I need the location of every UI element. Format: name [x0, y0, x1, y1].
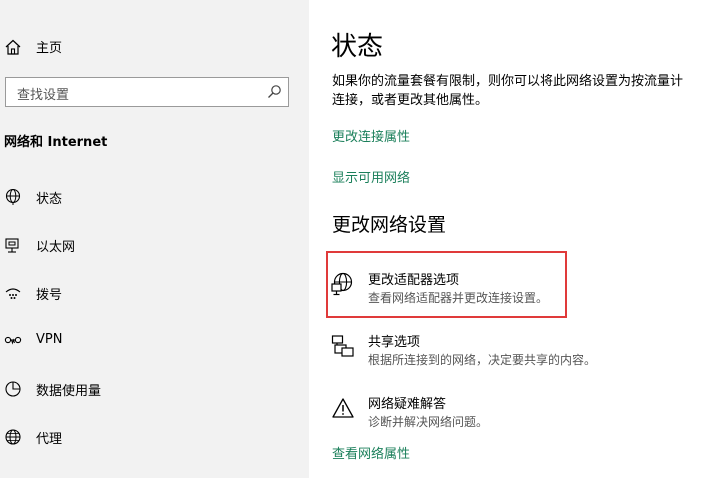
sidebar-item-label: 数据使用量	[36, 384, 102, 399]
sidebar-item-label: 以太网	[36, 240, 76, 255]
section-title: 网络和 Internet	[4, 135, 108, 150]
main-content: 状态 如果你的流量套餐有限制，则你可以将此网络设置为按流量计 连接，或者更改其他…	[309, 0, 707, 478]
network-troubleshooter-item[interactable]: 网络疑难解答 诊断并解决网络问题。	[329, 390, 569, 450]
sidebar-item-ethernet[interactable]: 以太网	[0, 227, 309, 263]
sidebar-item-label: VPN	[36, 332, 63, 347]
warning-icon	[332, 398, 354, 418]
page-title: 状态	[331, 32, 384, 62]
sidebar-item-vpn[interactable]: VPN	[0, 323, 309, 359]
adapter-options-item[interactable]: 更改适配器选项 查看网络适配器并更改连接设置。	[329, 266, 569, 326]
sidebar-item-status[interactable]: 状态	[0, 179, 309, 215]
ethernet-icon	[5, 238, 19, 253]
sidebar-item-data-usage[interactable]: 数据使用量	[0, 371, 309, 407]
globe-icon	[5, 429, 21, 445]
search-box[interactable]: 查找设置	[5, 77, 289, 107]
sidebar-item-label: 状态	[36, 192, 63, 207]
sidebar-item-label: 代理	[36, 432, 63, 447]
status-description: 如果你的流量套餐有限制，则你可以将此网络设置为按流量计 连接，或者更改其他属性。	[332, 72, 707, 110]
search-icon[interactable]	[266, 84, 282, 100]
sidebar-item-dialup[interactable]: 拨号	[0, 275, 309, 311]
adapter-icon	[331, 272, 353, 296]
section-heading: 更改网络设置	[332, 214, 447, 236]
option-subtitle: 查看网络适配器并更改连接设置。	[368, 291, 549, 305]
home-icon	[5, 39, 21, 55]
option-title: 共享选项	[368, 335, 421, 350]
option-subtitle: 诊断并解决网络问题。	[368, 415, 489, 429]
vpn-icon	[4, 336, 22, 345]
sidebar-item-label: 拨号	[36, 288, 63, 303]
sharing-options-item[interactable]: 共享选项 根据所连接到的网络，决定要共享的内容。	[329, 328, 596, 388]
view-network-properties-link[interactable]: 查看网络属性	[332, 443, 410, 462]
option-subtitle: 根据所连接到的网络，决定要共享的内容。	[368, 353, 597, 367]
dialup-icon	[5, 288, 21, 299]
search-input[interactable]: 查找设置	[17, 84, 69, 103]
nav-home-label: 主页	[36, 41, 63, 56]
option-title: 网络疑难解答	[368, 397, 447, 412]
data-usage-icon	[5, 381, 21, 397]
globe-status-icon	[5, 188, 21, 205]
sharing-icon	[331, 335, 354, 357]
nav-home[interactable]: 主页	[0, 30, 309, 62]
sidebar-item-proxy[interactable]: 代理	[0, 419, 309, 455]
description-line-1: 如果你的流量套餐有限制，则你可以将此网络设置为按流量计	[332, 74, 684, 89]
sidebar: 主页 查找设置 网络和 Internet 状态 以太网 拨号 VPN 数据使用量…	[0, 0, 309, 478]
show-available-networks-link[interactable]: 显示可用网络	[332, 167, 410, 186]
option-title: 更改适配器选项	[368, 273, 460, 288]
change-connection-properties-link[interactable]: 更改连接属性	[332, 126, 410, 145]
description-line-2: 连接，或者更改其他属性。	[332, 93, 489, 108]
